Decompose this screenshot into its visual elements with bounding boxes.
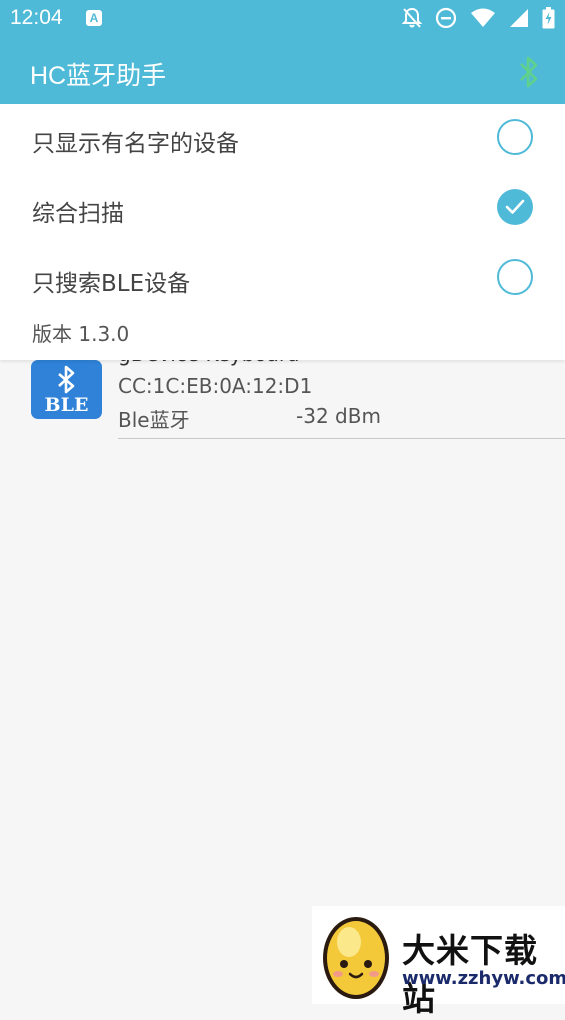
ble-device-icon: BLE xyxy=(31,360,102,419)
notifications-off-icon xyxy=(401,7,422,28)
radio-checked-icon[interactable] xyxy=(497,189,533,225)
watermark: 大米下载站 www.zzhyw.com xyxy=(312,906,565,1018)
bluetooth-icon xyxy=(58,365,75,394)
menu-option-label: 只搜索BLE设备 xyxy=(32,271,191,297)
version-label: 版本 1.3.0 xyxy=(32,322,130,346)
do-not-disturb-icon xyxy=(435,7,456,29)
checkmark-icon xyxy=(505,199,525,214)
menu-option-named-only[interactable]: 只显示有名字的设备 xyxy=(0,104,565,174)
device-rssi: -32 dBm xyxy=(296,404,381,428)
device-address: CC:1C:EB:0A:12:D1 xyxy=(118,374,313,398)
notification-icon: A xyxy=(86,10,102,26)
radio-unchecked-icon[interactable] xyxy=(497,119,533,155)
status-bar: 12:04 A xyxy=(0,0,565,38)
options-menu: 只显示有名字的设备 综合扫描 只搜索BLE设备 版本 1.3.0 xyxy=(0,104,565,360)
menu-option-combined-scan[interactable]: 综合扫描 xyxy=(0,174,565,244)
bluetooth-icon[interactable] xyxy=(519,55,539,93)
wifi-icon xyxy=(470,8,495,27)
app-title: HC蓝牙助手 xyxy=(30,62,167,90)
status-time: 12:04 xyxy=(10,6,63,29)
list-divider xyxy=(118,438,565,439)
ble-icon-label: BLE xyxy=(44,394,89,416)
menu-option-ble-only[interactable]: 只搜索BLE设备 xyxy=(0,244,565,314)
watermark-url: www.zzhyw.com xyxy=(402,968,565,989)
status-icons xyxy=(394,7,555,31)
menu-option-label: 只显示有名字的设备 xyxy=(32,131,239,157)
signal-icon xyxy=(509,9,528,27)
app-bar: HC蓝牙助手 xyxy=(0,38,565,104)
egg-mascot-icon xyxy=(323,917,389,999)
device-type: Ble蓝牙 xyxy=(118,408,190,432)
battery-charging-icon xyxy=(542,7,555,29)
radio-unchecked-icon[interactable] xyxy=(497,259,533,295)
menu-option-label: 综合扫描 xyxy=(32,201,124,227)
